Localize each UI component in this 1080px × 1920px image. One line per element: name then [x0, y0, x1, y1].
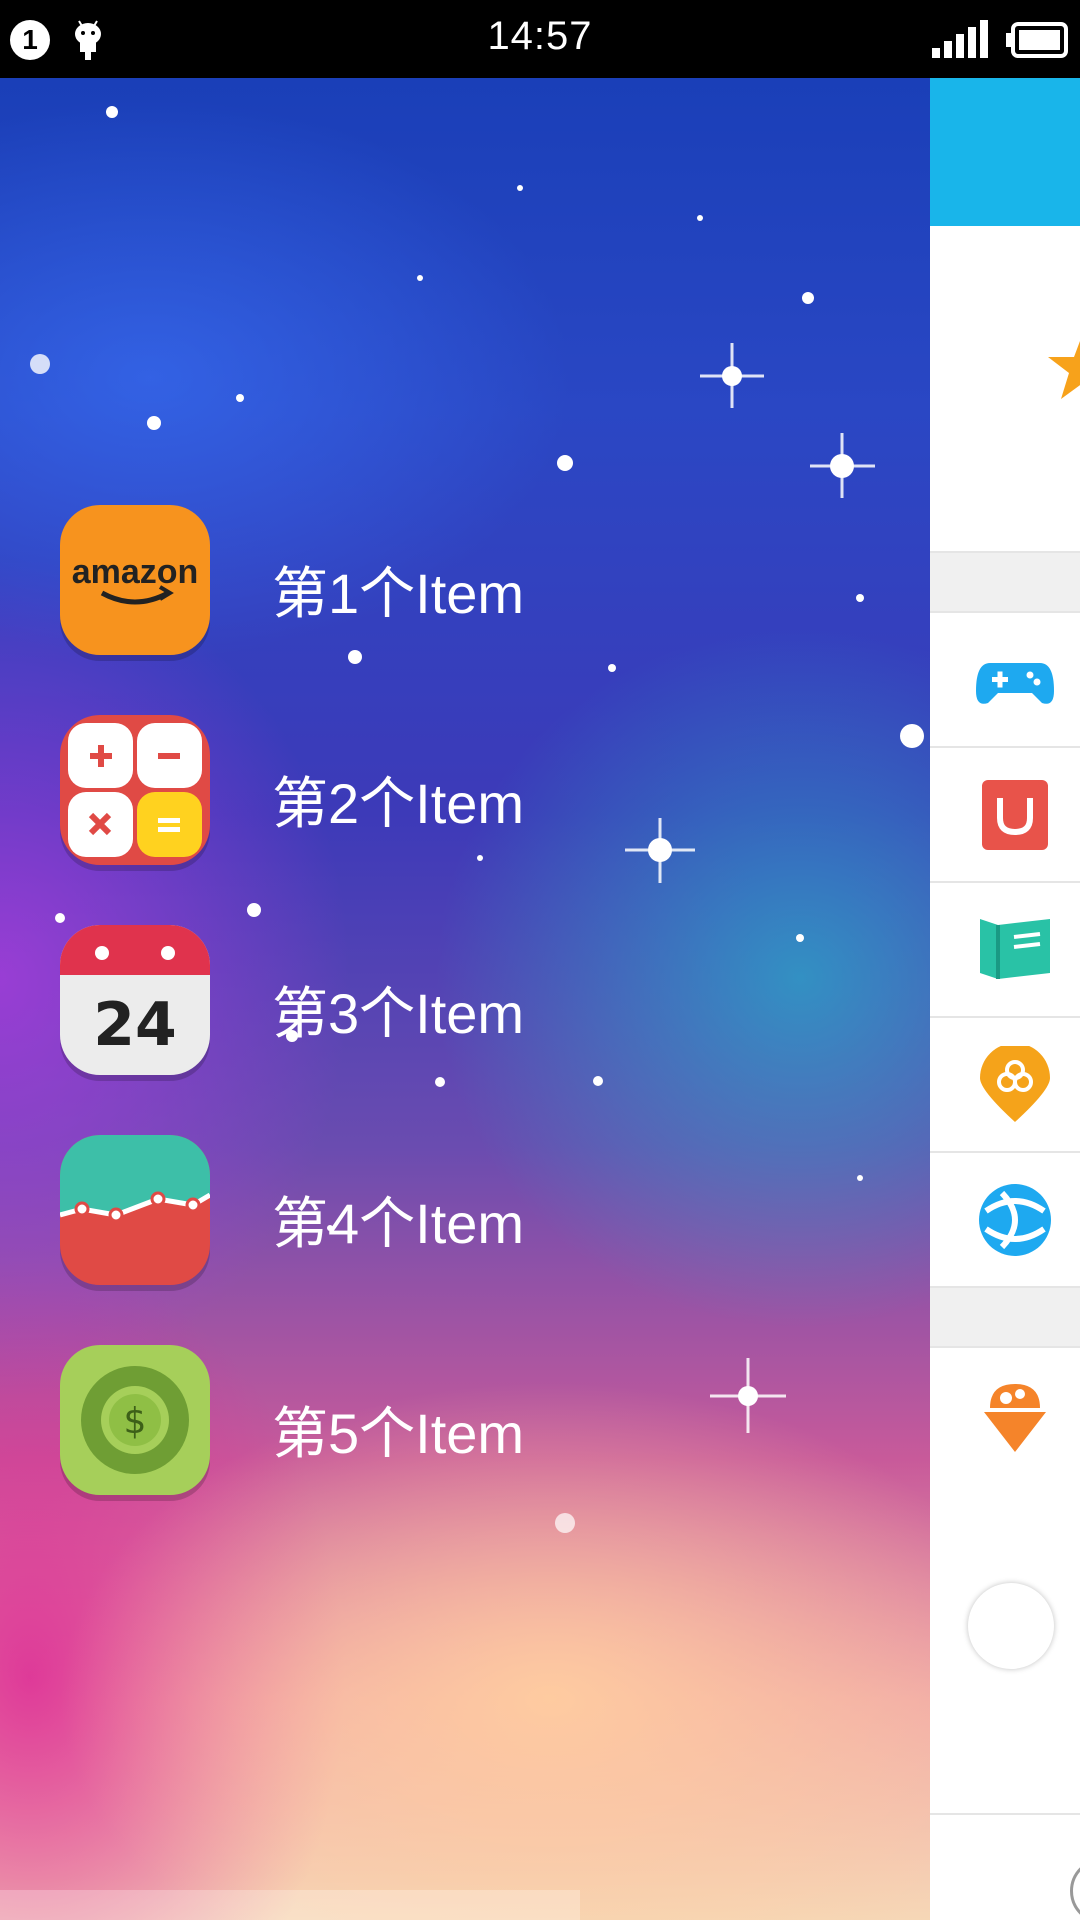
list-item-shop[interactable]	[930, 748, 1080, 883]
star-icon	[1048, 341, 1080, 399]
gamepad-icon	[976, 663, 1054, 704]
drawer-item-label: 第4个Item	[272, 1192, 525, 1255]
drawer-bottom-bar	[0, 1890, 580, 1920]
drawer-item-1[interactable]: amazon 第1个Item	[0, 505, 930, 655]
bottom-circle-icon[interactable]	[1070, 1858, 1080, 1920]
main-header	[930, 78, 1080, 226]
list-item-read[interactable]	[930, 883, 1080, 1018]
list-item-treat[interactable]	[930, 1348, 1080, 1483]
drawer-item-label: 第1个Item	[272, 562, 525, 625]
navigation-drawer: amazon 第1个Item 第2个Item 24 第3个Item 第4个Ite…	[0, 78, 930, 1920]
calendar-icon: 24	[60, 925, 210, 1075]
drawer-item-label: 第3个Item	[272, 982, 525, 1045]
avatar[interactable]	[968, 1583, 1054, 1669]
drawer-item-label: 第2个Item	[272, 772, 525, 835]
drawer-item-label: 第5个Item	[272, 1402, 525, 1465]
money-icon: $	[60, 1345, 210, 1495]
main-content: 好友	[930, 78, 1080, 1920]
list-item-explore[interactable]	[930, 1153, 1080, 1288]
shopping-bag-icon	[982, 780, 1048, 850]
svg-text:amazon: amazon	[72, 553, 199, 591]
status-bar: 1 14:57	[0, 0, 1080, 78]
battery-icon	[1006, 22, 1068, 58]
drawer-item-2[interactable]: 第2个Item	[0, 715, 930, 865]
book-icon	[980, 919, 1050, 979]
section-divider	[930, 1288, 1080, 1348]
section-divider	[930, 553, 1080, 613]
drawer-item-3[interactable]: 24 第3个Item	[0, 925, 930, 1075]
clock: 14:57	[487, 14, 593, 58]
svg-text:24: 24	[93, 990, 177, 1060]
calculator-icon	[60, 715, 210, 865]
chart-icon	[60, 1135, 210, 1285]
amazon-icon: amazon	[60, 505, 210, 655]
sphere-icon	[979, 1184, 1051, 1256]
ice-cream-icon	[984, 1384, 1046, 1452]
favorites-section[interactable]: 好友	[930, 226, 1080, 599]
list-item-nearby[interactable]	[930, 1018, 1080, 1153]
drawer-item-4[interactable]: 第4个Item	[0, 1135, 930, 1285]
svg-text:$: $	[124, 1401, 147, 1442]
location-pin-icon	[980, 1046, 1050, 1122]
signal-icon	[932, 20, 988, 58]
list-item-game[interactable]	[930, 613, 1080, 748]
drawer-item-5[interactable]: $ 第5个Item	[0, 1345, 930, 1495]
